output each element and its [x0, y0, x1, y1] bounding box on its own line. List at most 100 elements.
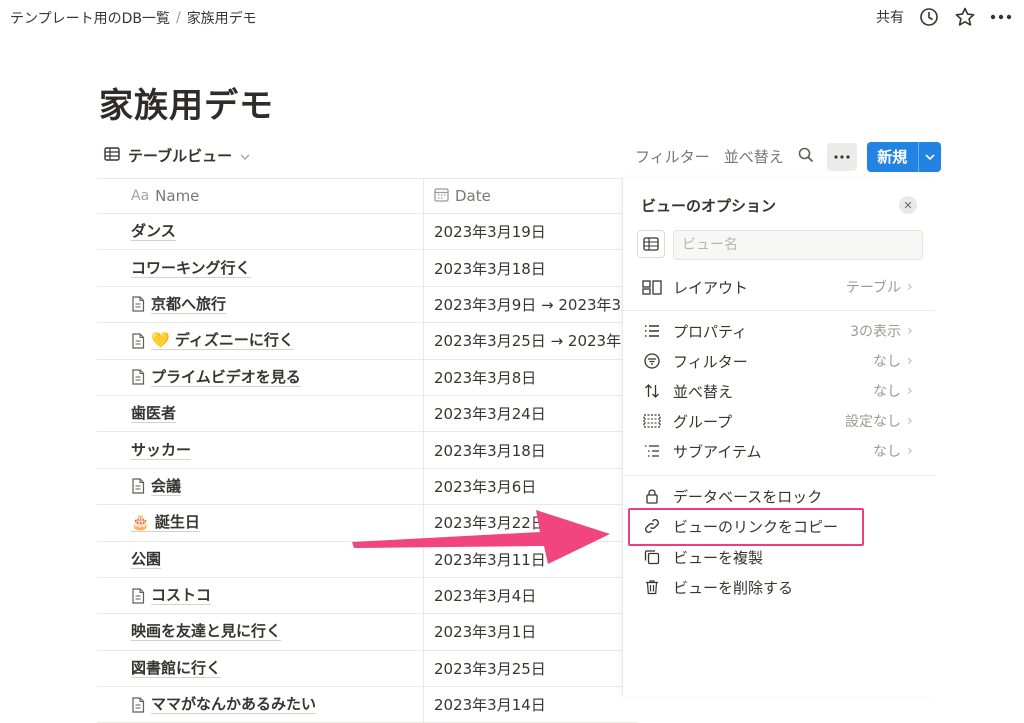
new-button-label: 新規: [877, 148, 908, 166]
filter-button[interactable]: フィルター: [628, 140, 717, 173]
divider: [623, 310, 935, 311]
panel-title: ビューのオプション: [641, 197, 777, 215]
breadcrumb-separator: /: [175, 10, 181, 26]
cell-date[interactable]: 2023年3月6日: [424, 469, 637, 504]
row-title: 図書館に行く: [131, 658, 222, 678]
row-title: 💛 ディズニーに行く: [151, 331, 294, 351]
cell-name[interactable]: 図書館に行く: [97, 650, 424, 687]
lock-icon: [641, 488, 663, 504]
cell-name[interactable]: 映画を友達と見に行く: [97, 614, 424, 650]
clock-icon[interactable]: [918, 6, 940, 28]
cell-name[interactable]: 歯医者: [97, 395, 424, 432]
sort-button[interactable]: 並べ替え: [717, 140, 791, 173]
row-title: コワーキング行く: [131, 258, 251, 278]
option-value: 設定なし: [845, 414, 901, 430]
option-lock-database[interactable]: データベースをロック: [623, 481, 935, 511]
close-icon[interactable]: ✕: [899, 196, 917, 214]
topbar-actions: 共有: [876, 6, 1012, 28]
layout-icon: [641, 279, 663, 295]
view-name-input[interactable]: [673, 230, 923, 260]
arrow-annotation: [352, 510, 610, 564]
column-header-date[interactable]: Date: [424, 179, 637, 213]
breadcrumb: テンプレート用のDB一覧 / 家族用デモ: [10, 8, 257, 28]
share-button[interactable]: 共有: [876, 7, 904, 27]
option-sort[interactable]: 並べ替え なし ›: [623, 376, 935, 406]
row-title: コストコ: [151, 586, 212, 606]
option-delete-view[interactable]: ビューを削除する: [623, 572, 935, 602]
table-row[interactable]: 会議 2023年3月6日: [97, 468, 637, 506]
cell-date[interactable]: 2023年3月9日 → 2023年3月: [424, 287, 637, 322]
table-row[interactable]: 歯医者 2023年3月24日: [97, 395, 637, 433]
table-row[interactable]: 映画を友達と見に行く 2023年3月1日: [97, 614, 637, 651]
sort-icon: [641, 383, 663, 399]
option-layout[interactable]: レイアウト テーブル ›: [623, 272, 935, 302]
duplicate-icon: [641, 549, 663, 565]
cell-name[interactable]: 会議: [97, 468, 424, 505]
more-icon[interactable]: [990, 6, 1012, 28]
cell-name[interactable]: ダンス: [97, 214, 424, 250]
option-duplicate-view[interactable]: ビューを複製: [623, 542, 935, 572]
page-icon: [131, 333, 145, 349]
cell-name[interactable]: サッカー: [97, 432, 424, 468]
cell-name[interactable]: 京都へ旅行: [97, 286, 424, 323]
new-button[interactable]: 新規: [866, 141, 941, 172]
breadcrumb-parent[interactable]: テンプレート用のDB一覧: [10, 8, 170, 28]
trash-icon: [641, 579, 663, 595]
cell-date[interactable]: 2023年3月8日: [424, 360, 637, 395]
view-selector[interactable]: テーブルビュー: [104, 145, 250, 166]
cell-name[interactable]: プライムビデオを見る: [97, 359, 424, 395]
option-value: テーブル: [845, 280, 901, 296]
cell-date[interactable]: 2023年3月24日: [424, 396, 637, 431]
cell-date[interactable]: 2023年3月25日 → 2023年3: [424, 323, 637, 358]
row-title: 京都へ旅行: [151, 294, 227, 314]
cell-name[interactable]: ママがなんかあるみたい: [97, 687, 424, 723]
option-label: グループ: [673, 412, 733, 431]
table-row[interactable]: コストコ 2023年3月4日: [97, 577, 637, 615]
cell-date[interactable]: 2023年3月14日: [424, 687, 637, 722]
text-property-icon: Aa: [131, 188, 150, 204]
table-row[interactable]: 京都へ旅行 2023年3月9日 → 2023年3月: [97, 286, 637, 324]
table-row[interactable]: コワーキング行く 2023年3月18日: [97, 250, 637, 287]
cell-name[interactable]: コストコ: [97, 577, 424, 614]
chevron-right-icon: ›: [907, 413, 913, 429]
cell-name[interactable]: 💛 ディズニーに行く: [97, 323, 424, 359]
table-row[interactable]: サッカー 2023年3月18日: [97, 432, 637, 469]
chevron-right-icon: ›: [907, 443, 913, 459]
column-header-name[interactable]: Aa Name: [97, 179, 424, 213]
view-name: テーブルビュー: [128, 147, 233, 165]
divider: [623, 475, 935, 476]
cell-date[interactable]: 2023年3月4日: [424, 578, 637, 613]
page-icon: [131, 587, 145, 604]
chevron-down-icon[interactable]: [917, 141, 941, 172]
search-icon[interactable]: [791, 141, 821, 173]
table-icon[interactable]: [637, 230, 665, 258]
row-title: 会議: [151, 476, 182, 496]
option-group[interactable]: グループ 設定なし ›: [623, 406, 935, 436]
option-value: なし: [873, 384, 901, 400]
cell-date[interactable]: 2023年3月1日: [424, 614, 637, 649]
option-subitems[interactable]: サブアイテム なし ›: [623, 436, 935, 466]
cell-name[interactable]: コワーキング行く: [97, 250, 424, 286]
table-row[interactable]: ダンス 2023年3月19日: [97, 214, 637, 251]
table-row[interactable]: ママがなんかあるみたい 2023年3月14日: [97, 687, 637, 723]
view-more-button[interactable]: [826, 142, 857, 171]
option-properties[interactable]: プロパティ 3の表示 ›: [623, 316, 935, 346]
table-row[interactable]: プライムビデオを見る 2023年3月8日: [97, 359, 637, 396]
subitems-icon: [641, 444, 663, 458]
breadcrumb-current[interactable]: 家族用デモ: [187, 8, 257, 28]
option-filter[interactable]: フィルター なし ›: [623, 346, 935, 376]
view-options-panel: ビューのオプション ✕ レイアウト テーブル › プロパティ 3の表示 › フィ…: [622, 178, 935, 696]
cell-date[interactable]: 2023年3月18日: [424, 432, 637, 467]
table-row[interactable]: 💛 ディズニーに行く 2023年3月25日 → 2023年3: [97, 323, 637, 360]
cell-date[interactable]: 2023年3月18日: [424, 250, 637, 285]
page-icon: [131, 478, 145, 495]
cell-date[interactable]: 2023年3月25日: [424, 651, 637, 686]
cell-date[interactable]: 2023年3月19日: [424, 214, 637, 249]
page-title[interactable]: 家族用デモ: [99, 78, 274, 127]
list-icon: [641, 324, 663, 338]
chevron-right-icon: ›: [907, 353, 913, 369]
option-label: プロパティ: [673, 322, 748, 341]
star-icon[interactable]: [954, 6, 976, 28]
option-label: ビューを複製: [673, 548, 764, 567]
table-row[interactable]: 図書館に行く 2023年3月25日: [97, 650, 637, 688]
